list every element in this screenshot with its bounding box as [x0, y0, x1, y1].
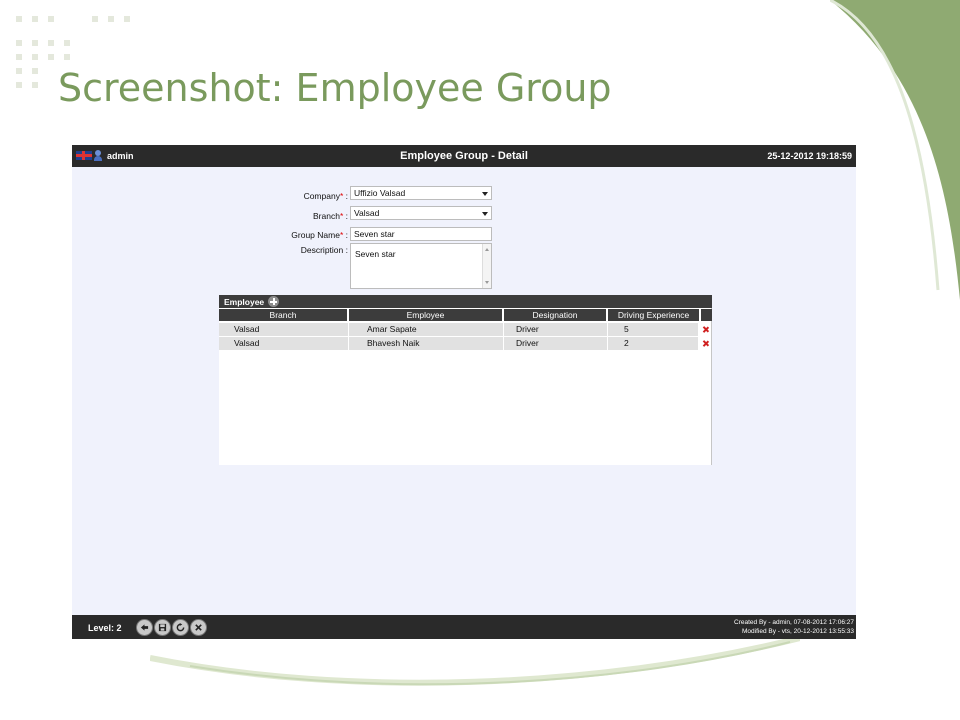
grid-header: Employee	[219, 295, 712, 308]
modified-by: Modified By - vts, 20-12-2012 13:55:33	[741, 628, 854, 635]
save-button[interactable]	[154, 619, 171, 636]
grid-title: Employee	[224, 297, 265, 307]
save-icon	[158, 623, 167, 632]
created-by: Created By - admin, 07-08-2012 17:06:27	[734, 619, 854, 626]
refresh-button[interactable]	[172, 619, 189, 636]
table-row[interactable]: Valsad Amar Sapate Driver 5	[219, 323, 699, 336]
group-name-input[interactable]: Seven star	[350, 227, 492, 241]
grid-columns: Branch Employee Designation Driving Expe…	[219, 309, 712, 321]
back-button[interactable]	[136, 619, 153, 636]
close-button[interactable]	[190, 619, 207, 636]
slide-title: Screenshot: Employee Group	[58, 66, 612, 110]
datetime: 25-12-2012 19:18:59	[767, 151, 852, 161]
cell-branch: Valsad	[219, 323, 349, 336]
company-label: Company* :	[303, 191, 348, 201]
textarea-scrollbar[interactable]	[482, 244, 491, 288]
description-label: Description :	[300, 245, 348, 255]
cell-designation: Driver	[504, 323, 608, 336]
cell-employee: Bhavesh Naik	[349, 337, 504, 350]
branch-label: Branch* :	[313, 211, 348, 221]
column-header-driving-experience[interactable]: Driving Experience	[608, 309, 699, 321]
table-row[interactable]: Valsad Bhavesh Naik Driver 2	[219, 337, 699, 350]
cell-branch: Valsad	[219, 337, 349, 350]
group-name-label: Group Name* :	[291, 230, 348, 240]
description-textarea[interactable]: Seven star	[350, 243, 492, 289]
delete-row-icon[interactable]	[700, 337, 712, 350]
cell-driving-experience: 2	[608, 337, 699, 350]
cell-employee: Amar Sapate	[349, 323, 504, 336]
column-header-designation[interactable]: Designation	[504, 309, 606, 321]
window-title: Employee Group - Detail	[400, 150, 528, 162]
app-window: admin Employee Group - Detail 25-12-2012…	[72, 145, 856, 639]
add-employee-icon[interactable]	[268, 296, 279, 307]
close-icon	[195, 624, 202, 631]
bottom-bar: Level: 2 Created By - admin, 07-08-2012 …	[72, 615, 856, 639]
employee-grid: Employee Branch Employee Designation Dri…	[219, 295, 712, 465]
delete-row-icon[interactable]	[700, 323, 712, 336]
column-header-branch[interactable]: Branch	[219, 309, 347, 321]
level-indicator: Level: 2	[88, 623, 122, 633]
company-select[interactable]: Uffizio Valsad	[350, 186, 492, 200]
audit-info: Created By - admin, 07-08-2012 17:06:27 …	[734, 618, 854, 636]
cell-driving-experience: 5	[608, 323, 699, 336]
back-icon	[140, 624, 149, 631]
chevron-down-icon	[482, 192, 488, 196]
branch-select[interactable]: Valsad	[350, 206, 492, 220]
chevron-down-icon	[482, 212, 488, 216]
top-bar: admin Employee Group - Detail 25-12-2012…	[72, 145, 856, 167]
column-header-employee[interactable]: Employee	[349, 309, 502, 321]
refresh-icon	[176, 623, 185, 632]
column-header-actions	[701, 309, 712, 321]
cell-designation: Driver	[504, 337, 608, 350]
